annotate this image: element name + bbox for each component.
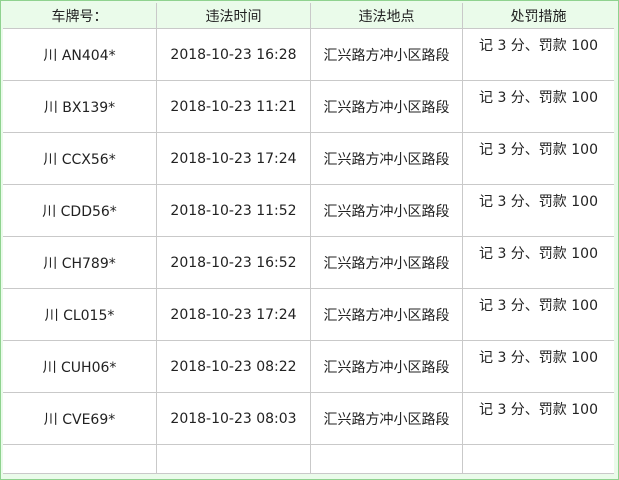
plate-cell: 川 CH789* [3,237,157,289]
header-penalty: 处罚措施 [463,3,614,29]
table-row: 川 CUH06* 2018-10-23 08:22 汇兴路方冲小区路段 记 3 … [3,341,614,393]
penalty-cell: 记 3 分、罚款 100 [463,393,614,445]
time-cell: 2018-10-23 11:52 [157,185,311,237]
plate-cell: 川 CUH06* [3,341,157,393]
penalty-cell: 记 3 分、罚款 100 [463,341,614,393]
location-cell: 汇兴路方冲小区路段 [311,237,463,289]
header-plate: 车牌号： [3,3,157,29]
time-cell: 2018-10-23 08:22 [157,341,311,393]
time-cell: 2018-10-23 08:03 [157,393,311,445]
empty-row [3,445,614,474]
table-row: 川 CH789* 2018-10-23 16:52 汇兴路方冲小区路段 记 3 … [3,237,614,289]
penalty-cell: 记 3 分、罚款 100 [463,185,614,237]
table-frame: 车牌号： 违法时间 违法地点 处罚措施 川 AN404* 2018-10-23 … [0,0,619,480]
plate-cell: 川 CCX56* [3,133,157,185]
time-cell: 2018-10-23 17:24 [157,133,311,185]
time-cell: 2018-10-23 16:52 [157,237,311,289]
location-cell: 汇兴路方冲小区路段 [311,289,463,341]
table-row: 川 CDD56* 2018-10-23 11:52 汇兴路方冲小区路段 记 3 … [3,185,614,237]
table-row: 川 CVE69* 2018-10-23 08:03 汇兴路方冲小区路段 记 3 … [3,393,614,445]
empty-cell [463,445,614,474]
empty-cell [311,445,463,474]
table-row: 川 BX139* 2018-10-23 11:21 汇兴路方冲小区路段 记 3 … [3,81,614,133]
time-cell: 2018-10-23 16:28 [157,29,311,81]
penalty-cell: 记 3 分、罚款 100 [463,289,614,341]
penalty-cell: 记 3 分、罚款 100 [463,81,614,133]
plate-cell: 川 AN404* [3,29,157,81]
violations-table: 车牌号： 违法时间 违法地点 处罚措施 川 AN404* 2018-10-23 … [3,3,614,474]
time-cell: 2018-10-23 17:24 [157,289,311,341]
location-cell: 汇兴路方冲小区路段 [311,133,463,185]
location-cell: 汇兴路方冲小区路段 [311,341,463,393]
location-cell: 汇兴路方冲小区路段 [311,185,463,237]
plate-cell: 川 CL015* [3,289,157,341]
header-row: 车牌号： 违法时间 违法地点 处罚措施 [3,3,614,29]
plate-cell: 川 CVE69* [3,393,157,445]
table-row: 川 AN404* 2018-10-23 16:28 汇兴路方冲小区路段 记 3 … [3,29,614,81]
location-cell: 汇兴路方冲小区路段 [311,29,463,81]
plate-cell: 川 CDD56* [3,185,157,237]
penalty-cell: 记 3 分、罚款 100 [463,29,614,81]
table-row: 川 CCX56* 2018-10-23 17:24 汇兴路方冲小区路段 记 3 … [3,133,614,185]
time-cell: 2018-10-23 11:21 [157,81,311,133]
table-row: 川 CL015* 2018-10-23 17:24 汇兴路方冲小区路段 记 3 … [3,289,614,341]
location-cell: 汇兴路方冲小区路段 [311,393,463,445]
empty-cell [157,445,311,474]
penalty-cell: 记 3 分、罚款 100 [463,133,614,185]
location-cell: 汇兴路方冲小区路段 [311,81,463,133]
header-time: 违法时间 [157,3,311,29]
penalty-cell: 记 3 分、罚款 100 [463,237,614,289]
plate-cell: 川 BX139* [3,81,157,133]
empty-cell [3,445,157,474]
header-location: 违法地点 [311,3,463,29]
